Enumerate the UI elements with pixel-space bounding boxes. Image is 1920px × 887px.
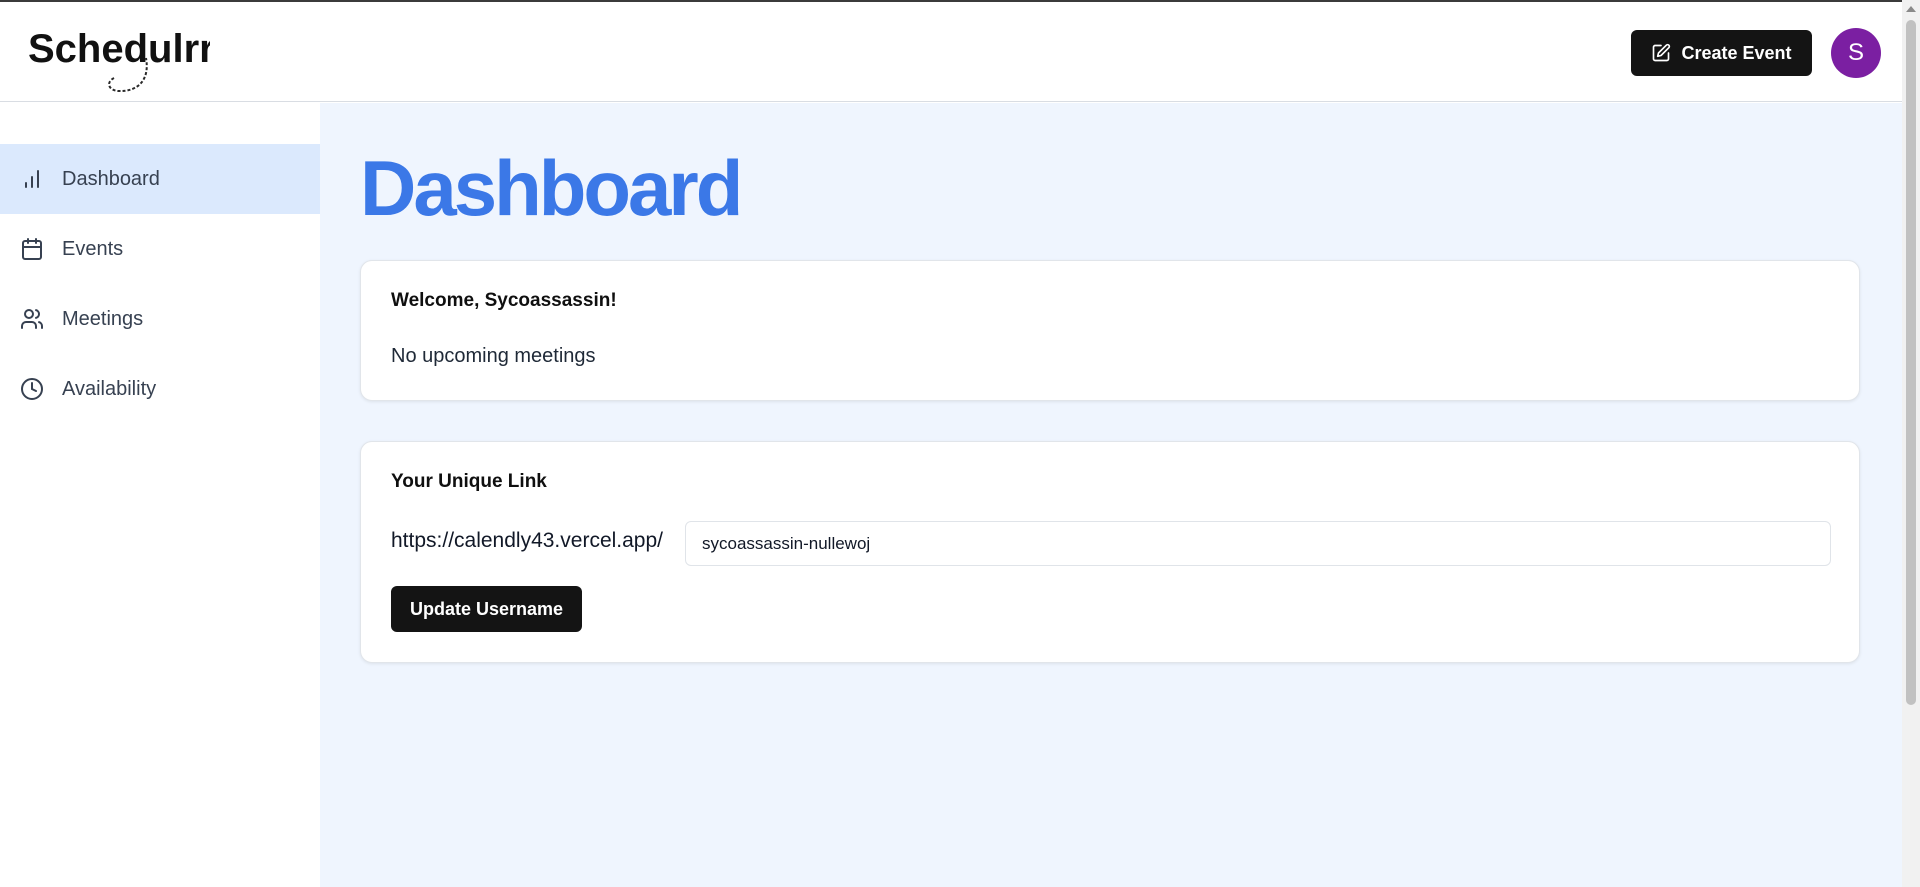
svg-text:Schedulrr: Schedulrr bbox=[28, 27, 210, 71]
calendar-icon bbox=[22, 238, 42, 260]
main-content: Dashboard Welcome, Sycoassassin! No upco… bbox=[320, 103, 1902, 887]
link-prefix: https://calendly43.vercel.app/ bbox=[391, 529, 663, 552]
scrollbar-thumb[interactable] bbox=[1906, 20, 1916, 705]
welcome-title: Welcome, Sycoassassin! bbox=[391, 290, 617, 311]
unique-link-title: Your Unique Link bbox=[391, 471, 547, 492]
schedulrr-logo-icon: Schedulrr bbox=[28, 27, 215, 93]
create-event-button[interactable]: Create Event bbox=[1631, 30, 1812, 76]
username-input[interactable] bbox=[685, 521, 1831, 566]
sidebar-item-dashboard[interactable]: Dashboard bbox=[0, 144, 320, 214]
welcome-card: Welcome, Sycoassassin! No upcoming meeti… bbox=[360, 260, 1860, 401]
sidebar-item-label: Events bbox=[62, 237, 124, 260]
sidebar-item-label: Meetings bbox=[62, 307, 144, 330]
scroll-up-arrow-icon[interactable] bbox=[1906, 6, 1916, 12]
edit-icon bbox=[1653, 43, 1671, 62]
sidebar-item-availability[interactable]: Availability bbox=[0, 354, 320, 424]
page-title: Dashboard bbox=[360, 144, 743, 232]
bar-chart-icon bbox=[25, 170, 39, 188]
clock-icon bbox=[21, 378, 43, 400]
create-event-label: Create Event bbox=[1681, 42, 1792, 63]
scrollbar[interactable] bbox=[1902, 0, 1920, 887]
upcoming-meetings-text: No upcoming meetings bbox=[391, 345, 596, 367]
users-icon bbox=[21, 309, 43, 329]
user-avatar[interactable]: S bbox=[1831, 28, 1881, 78]
sidebar-item-events[interactable]: Events bbox=[0, 214, 320, 284]
sidebar-item-meetings[interactable]: Meetings bbox=[0, 284, 320, 354]
sidebar-item-label: Dashboard bbox=[62, 167, 160, 190]
app-logo[interactable]: Schedulrr bbox=[26, 16, 215, 93]
unique-link-card: Your Unique Link https://calendly43.verc… bbox=[360, 441, 1860, 663]
app-header: Schedulrr Create Event S bbox=[0, 2, 1902, 102]
sidebar: Dashboard Events Meetings Availability bbox=[0, 103, 320, 887]
update-username-button[interactable]: Update Username bbox=[391, 586, 582, 632]
sidebar-item-label: Availability bbox=[62, 377, 157, 400]
